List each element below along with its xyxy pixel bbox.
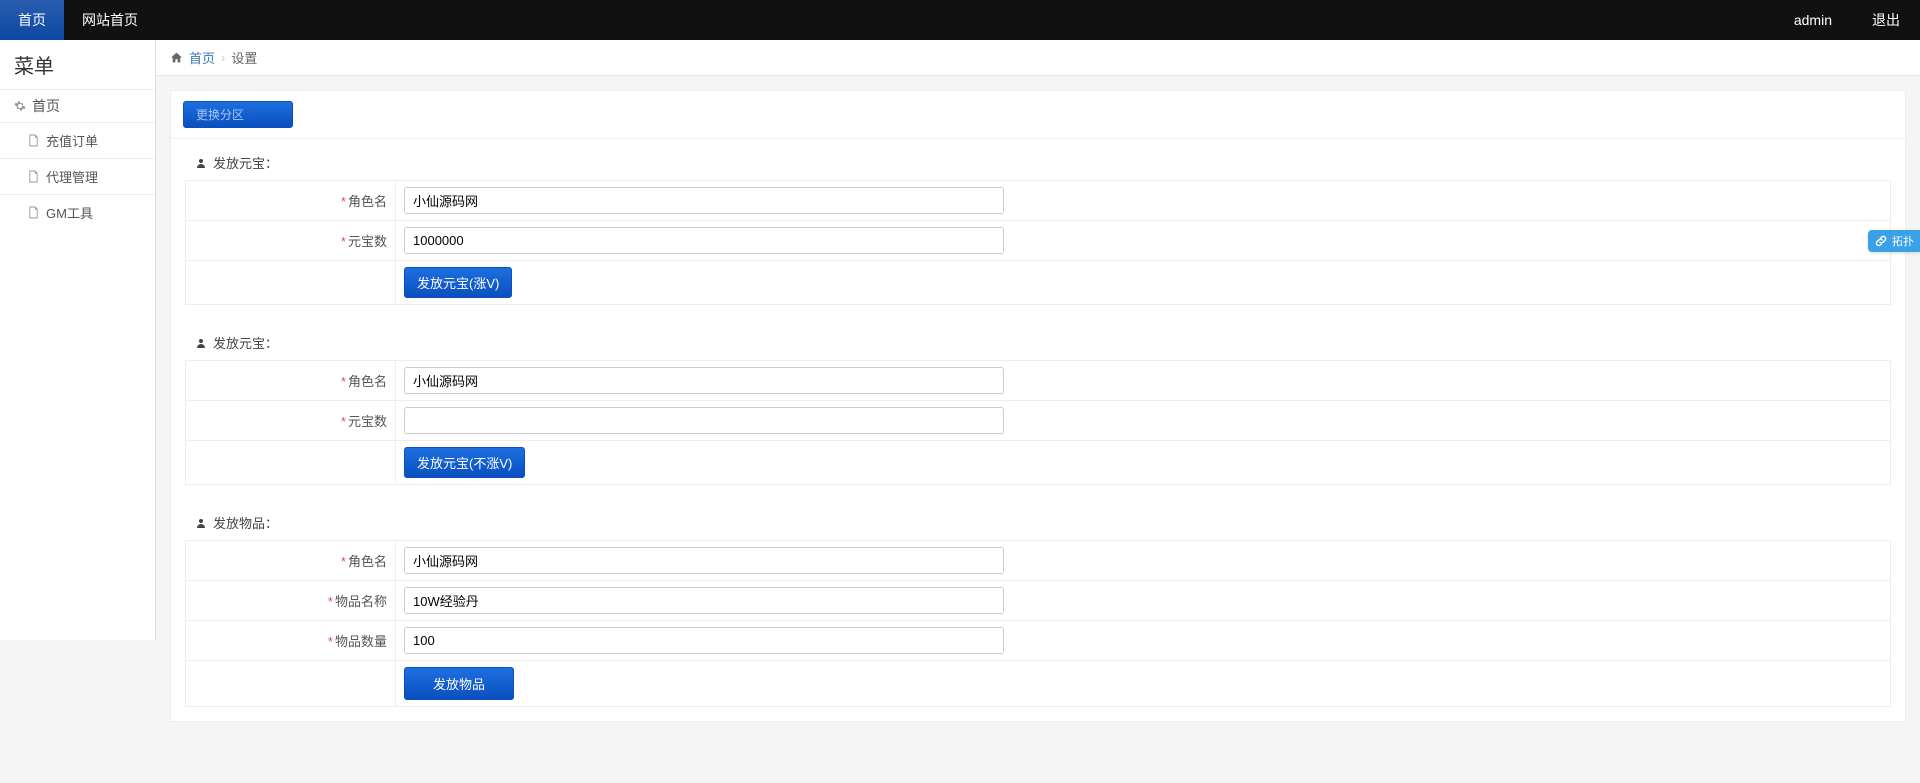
section-item-title: 发放物品： (185, 499, 1891, 540)
link-icon (1874, 234, 1888, 248)
float-widget[interactable]: 拓扑 (1868, 230, 1920, 252)
item-form: *角色名 *物品名称 *物品数量 发放物品 (185, 540, 1891, 707)
change-zone-button[interactable]: 更换分区 (183, 101, 293, 128)
submit-yuanbao-nov-button[interactable]: 发放元宝(不涨V) (404, 447, 525, 478)
role-input[interactable] (404, 547, 1004, 574)
role-label: 角色名 (348, 554, 387, 569)
item-name-label: 物品名称 (335, 594, 387, 609)
breadcrumb-home-link[interactable]: 首页 (189, 48, 215, 67)
sidebar-item-label: GM工具 (46, 203, 93, 222)
user-icon (195, 337, 207, 349)
current-user[interactable]: admin (1774, 0, 1852, 40)
user-icon (195, 517, 207, 529)
section-yuanbao-v-title: 发放元宝： (185, 139, 1891, 180)
amount-label: 元宝数 (348, 234, 387, 249)
required-mark: * (341, 234, 346, 249)
section-yuanbao-nov-title: 发放元宝： (185, 319, 1891, 360)
amount-input[interactable] (404, 227, 1004, 254)
item-qty-label: 物品数量 (335, 634, 387, 649)
item-qty-input[interactable] (404, 627, 1004, 654)
required-mark: * (341, 374, 346, 389)
panel-header: 更换分区 (171, 91, 1905, 139)
submit-yuanbao-v-button[interactable]: 发放元宝(涨V) (404, 267, 512, 298)
yuanbao-nov-form: *角色名 *元宝数 发放元宝(不涨V) (185, 360, 1891, 485)
amount-label: 元宝数 (348, 414, 387, 429)
amount-input[interactable] (404, 407, 1004, 434)
breadcrumb-current: 设置 (231, 48, 257, 67)
required-mark: * (341, 414, 346, 429)
sidebar-item-agent-manage[interactable]: 代理管理 (0, 158, 155, 194)
required-mark: * (341, 194, 346, 209)
main: 首页 › 设置 更换分区 发放元宝： *角色名 *元宝数 (156, 40, 1920, 736)
sidebar-item-label: 代理管理 (46, 167, 98, 186)
required-mark: * (341, 554, 346, 569)
breadcrumb-sep-icon: › (221, 50, 225, 65)
item-name-input[interactable] (404, 587, 1004, 614)
required-mark: * (328, 634, 333, 649)
document-icon (28, 170, 40, 183)
sidebar-root-home[interactable]: 首页 (0, 89, 155, 122)
document-icon (28, 206, 40, 219)
role-input[interactable] (404, 367, 1004, 394)
tab-home[interactable]: 首页 (0, 0, 64, 40)
role-label: 角色名 (348, 194, 387, 209)
breadcrumb: 首页 › 设置 (156, 40, 1920, 76)
role-input[interactable] (404, 187, 1004, 214)
section-title-text: 发放元宝： (213, 153, 278, 172)
yuanbao-v-form: *角色名 *元宝数 发放元宝(涨V) (185, 180, 1891, 305)
sidebar-item-recharge-orders[interactable]: 充值订单 (0, 122, 155, 158)
gear-icon (14, 100, 26, 112)
home-icon (170, 51, 183, 64)
topnav-right: admin 退出 (1774, 0, 1920, 40)
submit-item-button[interactable]: 发放物品 (404, 667, 514, 700)
sidebar: 菜单 首页 充值订单 代理管理 GM工具 (0, 40, 156, 640)
sidebar-heading: 菜单 (0, 40, 155, 89)
sidebar-item-gm-tools[interactable]: GM工具 (0, 194, 155, 230)
section-title-text: 发放物品： (213, 513, 278, 532)
sidebar-root-label: 首页 (32, 96, 60, 116)
required-mark: * (328, 594, 333, 609)
sidebar-item-label: 充值订单 (46, 131, 98, 150)
section-title-text: 发放元宝： (213, 333, 278, 352)
topbar: 首页 网站首页 admin 退出 (0, 0, 1920, 40)
logout-link[interactable]: 退出 (1852, 0, 1920, 40)
settings-panel: 更换分区 发放元宝： *角色名 *元宝数 (170, 90, 1906, 722)
role-label: 角色名 (348, 374, 387, 389)
tab-site[interactable]: 网站首页 (64, 0, 156, 40)
float-widget-label: 拓扑 (1892, 233, 1914, 249)
topnav-left: 首页 网站首页 (0, 0, 156, 40)
user-icon (195, 157, 207, 169)
document-icon (28, 134, 40, 147)
